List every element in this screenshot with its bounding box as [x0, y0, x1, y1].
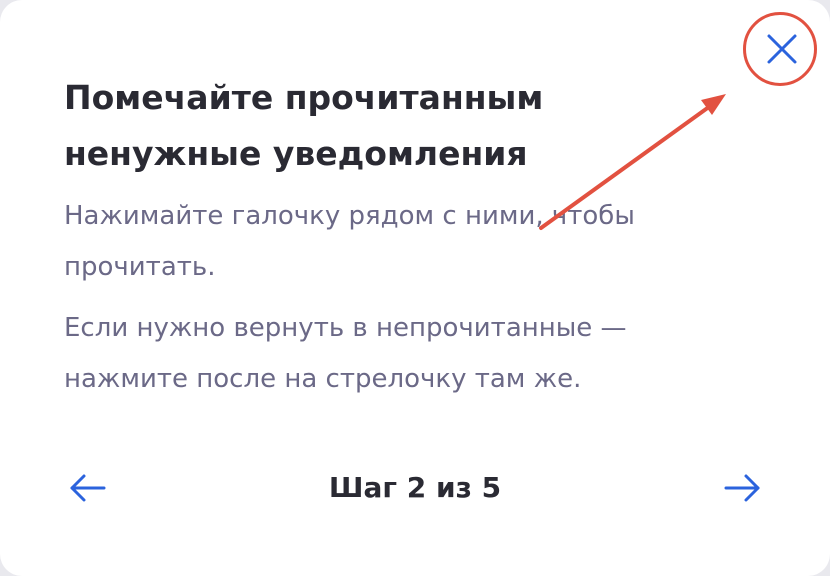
- onboarding-dialog: Помечайте прочитанным ненужные уведомлен…: [0, 0, 830, 576]
- close-icon: [767, 34, 797, 64]
- next-step-button[interactable]: [720, 466, 764, 510]
- previous-step-button[interactable]: [66, 466, 110, 510]
- instruction-text-1: Нажимайте галочку рядом с ними, чтобы пр…: [64, 201, 635, 282]
- close-button[interactable]: [760, 27, 804, 71]
- step-indicator: Шаг 2 из 5: [328, 471, 502, 504]
- arrow-left-icon: [70, 474, 106, 502]
- instruction-text-2: Если нужно вернуть в непрочитанные — наж…: [64, 313, 627, 394]
- dialog-title: Помечайте прочитанным ненужные уведомлен…: [64, 78, 544, 173]
- arrow-right-icon: [724, 474, 760, 502]
